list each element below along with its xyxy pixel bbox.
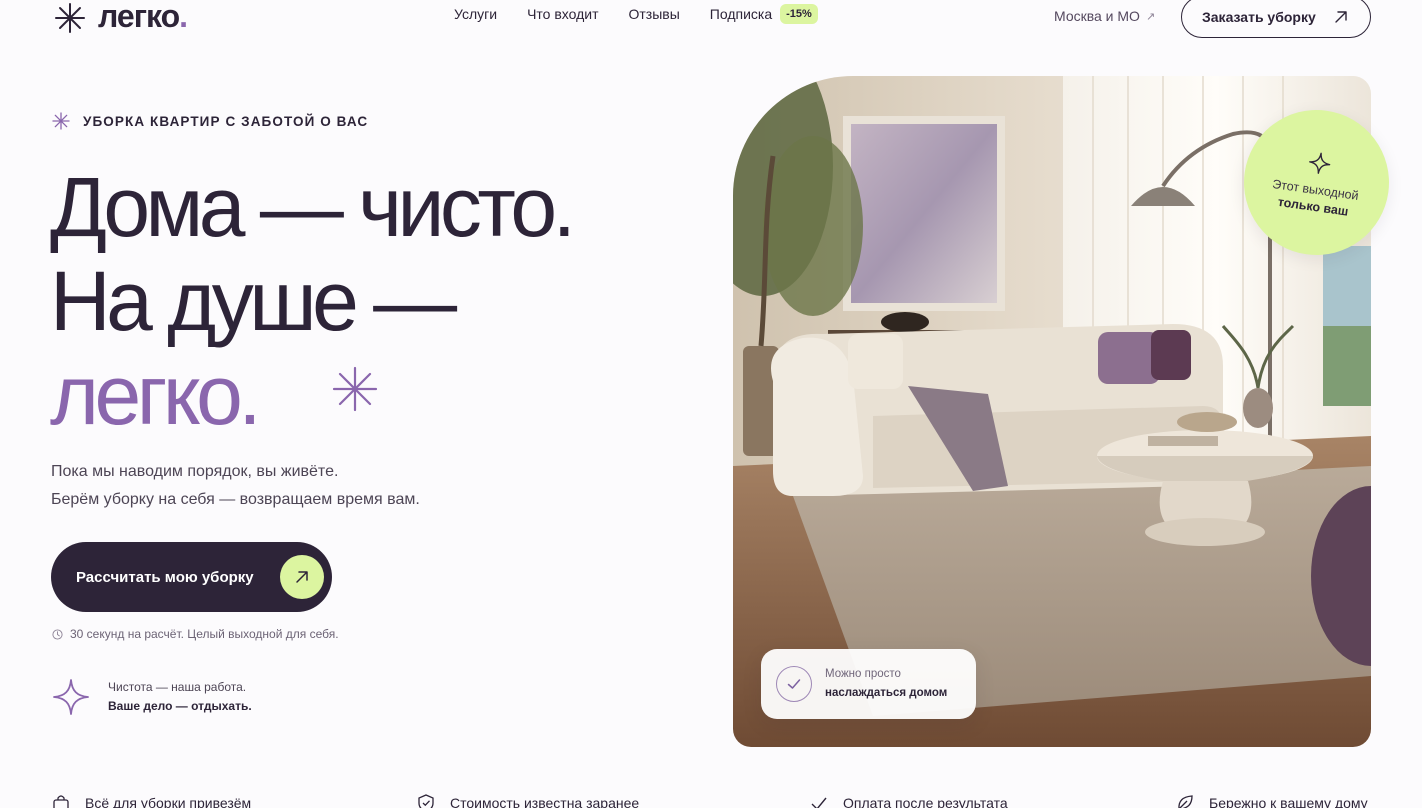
city-label: Москва и МО xyxy=(1054,8,1140,24)
nav-item-whats-included[interactable]: Что входит xyxy=(527,6,598,22)
enjoy-home-card: Можно просто наслаждаться домом xyxy=(761,649,976,719)
hero-promise: Чистота — наша работа. Ваше дело — отдых… xyxy=(52,678,252,716)
leaf-icon xyxy=(1178,795,1193,808)
nav-item-subscription-label: Подписка xyxy=(709,6,773,22)
benefit-label: Бережно к вашему дому xyxy=(1209,795,1368,808)
asterisk-decor-icon xyxy=(332,366,378,412)
bag-icon xyxy=(53,795,69,808)
order-cleaning-button[interactable]: Заказать уборку xyxy=(1181,0,1371,38)
headline-line-3: легко. xyxy=(50,348,262,442)
check-icon xyxy=(811,797,827,808)
benefit-item: Стоимость известна заранее xyxy=(417,794,639,808)
hero-lead: Пока мы наводим порядок, вы живёте. Берё… xyxy=(51,458,420,514)
benefit-item: Бережно к вашему дому xyxy=(1176,794,1368,808)
hero-kicker-text: УБОРКА КВАРТИР С ЗАБОТОЙ О ВАС xyxy=(83,113,369,129)
headline-line-2: На душе — xyxy=(50,254,457,348)
logo[interactable]: легко. xyxy=(54,0,188,36)
benefit-label: Стоимость известна заранее xyxy=(450,795,640,808)
main-nav: Услуги Что входит Отзывы Подписка -15% xyxy=(454,4,818,24)
calculate-cleaning-label: Рассчитать мою уборку xyxy=(76,568,254,586)
headline-line-1: Дома — чисто. xyxy=(50,160,576,254)
shield-check-icon xyxy=(418,794,434,808)
clock-icon xyxy=(52,628,63,640)
calculation-note: 30 секунд на расчёт. Целый выходной для … xyxy=(52,627,339,641)
enjoy-home-text: Можно просто наслаждаться домом xyxy=(825,665,947,703)
arrow-up-right-icon: ↗ xyxy=(1145,10,1156,23)
sparkle-icon xyxy=(53,679,89,715)
hero-lead-line-2: Берём уборку на себя — возвращаем время … xyxy=(51,491,420,508)
nav-item-subscription[interactable]: Подписка -15% xyxy=(710,4,818,24)
promise-line-2: Ваше дело — отдыхать. xyxy=(108,699,252,713)
enjoy-home-line-1: Можно просто xyxy=(825,668,901,680)
nav-item-services[interactable]: Услуги xyxy=(454,6,497,22)
enjoy-home-line-2: наслаждаться домом xyxy=(825,687,948,699)
asterisk-logo-icon xyxy=(55,3,85,33)
sparkle-icon xyxy=(1308,152,1330,174)
promise-text: Чистота — наша работа. Ваше дело — отдых… xyxy=(108,678,252,716)
benefit-item: Оплата после результата xyxy=(810,794,1008,808)
nav-item-reviews[interactable]: Отзывы xyxy=(628,6,679,22)
calculation-note-text: 30 секунд на расчёт. Целый выходной для … xyxy=(70,627,339,641)
promise-line-1: Чистота — наша работа. xyxy=(108,680,247,694)
hero-kicker: УБОРКА КВАРТИР С ЗАБОТОЙ О ВАС xyxy=(52,112,368,130)
check-icon xyxy=(776,666,812,702)
city-selector[interactable]: Москва и МО ↗ xyxy=(1054,8,1155,24)
asterisk-icon xyxy=(52,112,70,130)
benefits-strip: Всё для уборки привезём Стоимость извест… xyxy=(52,794,1372,808)
arrow-up-right-icon xyxy=(1335,11,1347,23)
arrow-up-right-icon xyxy=(296,571,308,583)
hero-lead-line-1: Пока мы наводим порядок, вы живёте. xyxy=(51,463,339,480)
discount-badge: -15% xyxy=(780,4,818,24)
calculate-cleaning-button[interactable]: Рассчитать мою уборку xyxy=(51,542,332,612)
order-cleaning-label: Заказать уборку xyxy=(1202,9,1316,25)
logo-wordmark: легко. xyxy=(98,0,188,34)
benefit-label: Всё для уборки привезём xyxy=(85,795,252,808)
cta-arrow-circle xyxy=(280,555,324,599)
benefit-label: Оплата после результата xyxy=(843,795,1008,808)
hero-headline: Дома — чисто. На душе — легко. xyxy=(50,160,576,442)
benefit-item: Всё для уборки привезём xyxy=(52,794,251,808)
